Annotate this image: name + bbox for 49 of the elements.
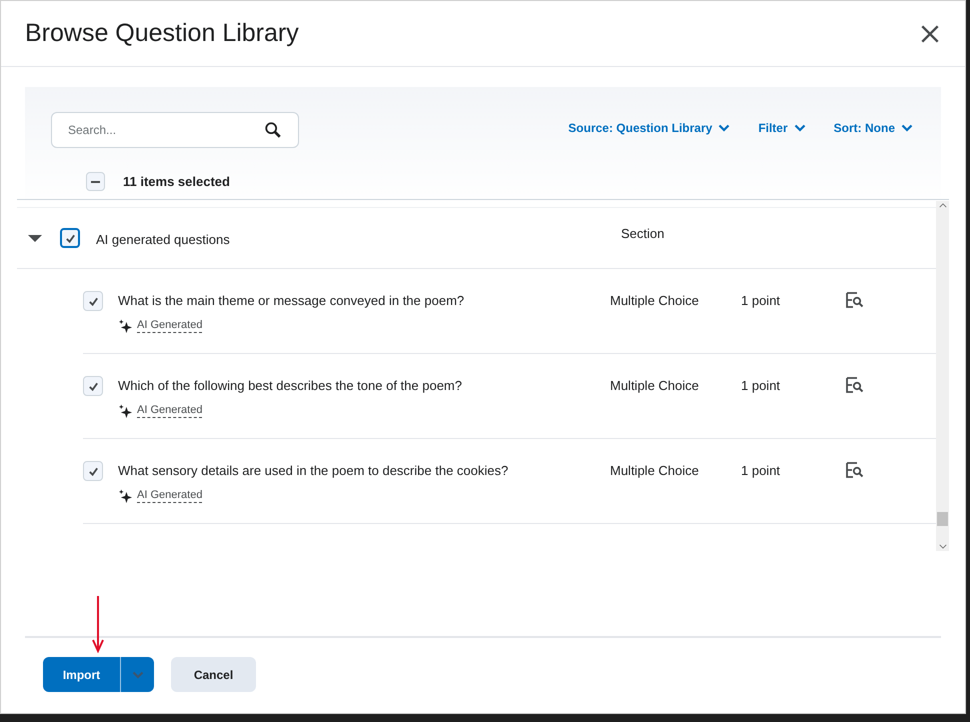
cancel-button[interactable]: Cancel (171, 657, 256, 692)
sparkle-icon (118, 318, 133, 334)
search-input[interactable]: Search... (68, 121, 248, 139)
scrollbar[interactable] (936, 201, 949, 551)
ai-generated-tag[interactable]: AI Generated (137, 404, 202, 418)
check-icon (88, 380, 98, 392)
search-icon[interactable] (264, 121, 282, 139)
sparkle-icon (118, 488, 133, 504)
dialog-title: Browse Question Library (25, 18, 299, 49)
preview-icon[interactable] (846, 462, 864, 478)
search-field[interactable]: Search... (51, 112, 299, 148)
chevron-icon (132, 670, 144, 678)
scroll-up-icon[interactable] (938, 203, 946, 208)
question-text: What is the main theme or message conveyed in the poem? (118, 292, 466, 310)
selection-count: 11 items selected (123, 173, 230, 191)
scroll-down-icon[interactable] (938, 544, 946, 549)
check-icon (88, 466, 98, 476)
chevron-icon (718, 124, 730, 132)
close-icon[interactable] (919, 22, 941, 44)
preview-icon[interactable] (846, 377, 864, 393)
question-type: Multiple Choice (610, 377, 700, 395)
preview-icon[interactable] (846, 292, 864, 308)
dropdown-menu[interactable]: Source: Question Library (568, 119, 730, 137)
section-title: AI generated questions (96, 231, 231, 249)
check-icon (88, 296, 98, 306)
chevron-icon (794, 124, 806, 132)
question-text: What sensory details are used in the poem to describe the cookies? (118, 462, 510, 480)
sparkle-icon (118, 404, 133, 418)
import-button[interactable]: Import (43, 657, 120, 692)
ai-generated-tag[interactable]: AI Generated (137, 489, 202, 503)
item-type: Section (621, 225, 664, 243)
minus-icon (91, 180, 100, 183)
dropdown-menu[interactable]: Filter (758, 119, 806, 137)
dropdown-menu[interactable]: Sort: None (834, 119, 913, 137)
question-type: Multiple Choice (610, 462, 700, 480)
question-type: Multiple Choice (610, 292, 700, 310)
checkbox[interactable] (60, 228, 80, 248)
check-icon (64, 232, 76, 244)
select-all-checkbox[interactable] (86, 172, 105, 192)
annotation-arrow (91, 595, 105, 653)
collapse-icon[interactable] (27, 234, 43, 243)
question-points: 1 point (741, 377, 782, 395)
question-text: Which of the following best describes the tone of the poem? (118, 377, 463, 395)
question-points: 1 point (741, 292, 782, 310)
scrollbar-thumb[interactable] (937, 512, 948, 526)
dropdown-button[interactable] (120, 657, 154, 692)
ai-generated-tag[interactable]: AI Generated (137, 319, 202, 333)
chevron-icon (901, 124, 913, 132)
question-points: 1 point (741, 462, 782, 480)
